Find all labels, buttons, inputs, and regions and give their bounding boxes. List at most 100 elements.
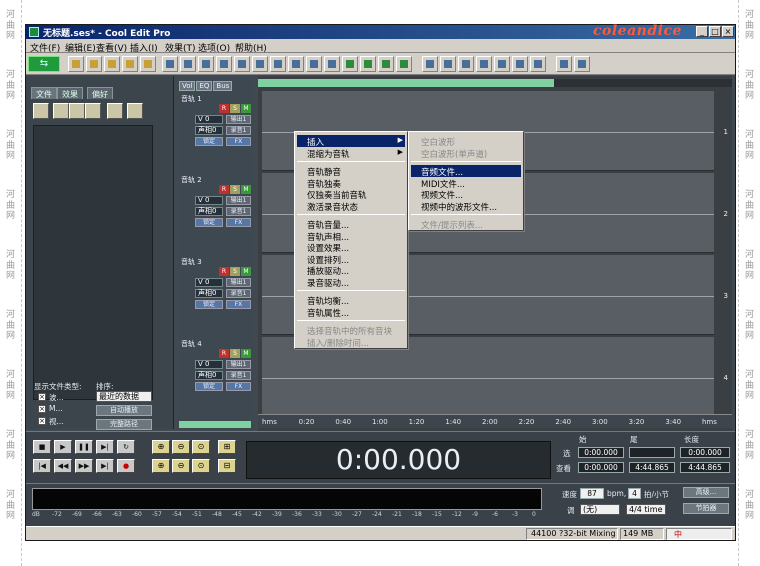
view-length-field[interactable]: 4:44.865 xyxy=(680,462,730,473)
track-mute-button[interactable]: M xyxy=(241,104,251,113)
pan-envelope-icon[interactable] xyxy=(378,56,394,72)
track-record-button[interactable]: R xyxy=(219,104,229,113)
time-select-icon[interactable] xyxy=(252,56,268,72)
open-session-icon[interactable] xyxy=(86,56,102,72)
tab-bus[interactable]: Bus xyxy=(213,81,233,91)
context-menu-item[interactable]: 设置排列... xyxy=(307,254,349,266)
help-file-icon[interactable] xyxy=(127,103,143,119)
track-4[interactable]: 音轨 4 RSM V 0 输出1 声相0 录音1 锁定 FX xyxy=(179,339,254,417)
beats-field[interactable]: 4 xyxy=(628,488,641,499)
track-lock-button[interactable]: 锁定 xyxy=(195,218,223,227)
track-record-button[interactable]: R xyxy=(219,185,229,194)
track-volume[interactable]: V 0 xyxy=(195,360,223,369)
track-name[interactable]: 音轨 2 xyxy=(181,175,202,185)
help-icon[interactable] xyxy=(574,56,590,72)
insert-submenu-item[interactable]: MIDI文件... xyxy=(421,178,465,190)
tab-effects[interactable]: 效果 xyxy=(57,87,83,99)
track-output-button[interactable]: 输出1 xyxy=(226,360,251,369)
type-midi-checkbox[interactable]: × xyxy=(38,405,46,413)
rewind-button[interactable]: ◀◀ xyxy=(54,459,72,473)
context-menu-item[interactable]: 混缩为音轨 xyxy=(307,148,350,160)
track-record-source-button[interactable]: 录音1 xyxy=(226,207,251,216)
maximize-button[interactable]: □ xyxy=(709,26,721,37)
bpm-icon[interactable] xyxy=(494,56,510,72)
view-start-field[interactable]: 0:00.000 xyxy=(578,462,624,473)
waveform-view-toggle-icon[interactable]: ⇆ xyxy=(28,56,60,72)
fx-icon[interactable] xyxy=(476,56,492,72)
zoom-selection-icon[interactable]: ⊙ xyxy=(192,459,210,473)
move-copy-icon[interactable] xyxy=(270,56,286,72)
context-menu-item[interactable]: 音轨音量... xyxy=(307,219,349,231)
sort-select[interactable]: 最近的数据 xyxy=(96,391,152,402)
envelope-icon[interactable] xyxy=(342,56,358,72)
view-end-field[interactable]: 4:44.865 xyxy=(629,462,675,473)
track-mute-button[interactable]: M xyxy=(241,267,251,276)
track-mute-button[interactable]: M xyxy=(241,185,251,194)
context-menu-item[interactable]: 播放驱动... xyxy=(307,265,349,277)
track-mute-button[interactable]: M xyxy=(241,349,251,358)
track-lock-button[interactable]: 锁定 xyxy=(195,382,223,391)
context-menu-item[interactable]: 音轨属性... xyxy=(307,307,349,319)
track-3[interactable]: 音轨 3 RSM V 0 输出1 声相0 录音1 锁定 FX xyxy=(179,257,254,335)
loop-icon[interactable] xyxy=(512,56,528,72)
key-select[interactable]: (无) xyxy=(580,504,620,515)
track-name[interactable]: 音轨 4 xyxy=(181,339,202,349)
context-menu-item[interactable]: 音轨静音 xyxy=(307,166,341,178)
paste-icon[interactable] xyxy=(198,56,214,72)
type-video-checkbox[interactable]: × xyxy=(38,417,46,425)
save-all-icon[interactable] xyxy=(122,56,138,72)
track-solo-button[interactable]: S xyxy=(230,349,240,358)
tab-eq[interactable]: EQ xyxy=(196,81,213,91)
advanced-button[interactable]: 高级... xyxy=(683,487,729,498)
tab-vol[interactable]: Vol xyxy=(179,81,196,91)
insert-submenu-item[interactable]: 视频中的波形文件... xyxy=(421,201,497,213)
go-end-button[interactable]: ▶| xyxy=(96,459,114,473)
view-range-bar[interactable] xyxy=(258,79,554,87)
track-lock-button[interactable]: 锁定 xyxy=(195,137,223,146)
zoom-in-v-icon[interactable]: ⊞ xyxy=(218,440,236,454)
full-path-button[interactable]: 完整路径 xyxy=(96,419,152,430)
time-signature-select[interactable]: 4/4 time xyxy=(626,504,666,515)
context-menu-item[interactable]: 仅独奏当前音轨 xyxy=(307,189,367,201)
loop-button[interactable]: ↻ xyxy=(117,440,135,454)
close-session-icon[interactable] xyxy=(140,56,156,72)
track-scroll-indicator[interactable] xyxy=(179,421,251,428)
sel-end-field[interactable] xyxy=(629,447,675,458)
track-record-source-button[interactable]: 录音1 xyxy=(226,371,251,380)
track-solo-button[interactable]: S xyxy=(230,185,240,194)
go-start-button[interactable]: |◀ xyxy=(33,459,51,473)
overview-ruler[interactable] xyxy=(258,79,732,87)
split-icon[interactable] xyxy=(234,56,250,72)
mix-paste-icon[interactable] xyxy=(216,56,232,72)
play-to-end-button[interactable]: ▶| xyxy=(96,440,114,454)
fast-forward-button[interactable]: ▶▶ xyxy=(75,459,93,473)
track-output-button[interactable]: 输出1 xyxy=(226,278,251,287)
zoom-full-icon[interactable]: ⊙ xyxy=(192,440,210,454)
copy-icon[interactable] xyxy=(180,56,196,72)
track-fx-button[interactable]: FX xyxy=(226,218,251,227)
context-menu-item[interactable]: 音轨声相... xyxy=(307,231,349,243)
zoom-out-v-icon[interactable]: ⊟ xyxy=(218,459,236,473)
new-session-icon[interactable] xyxy=(68,56,84,72)
zoom-left-icon[interactable]: ⊕ xyxy=(152,459,170,473)
track-pan[interactable]: 声相0 xyxy=(195,371,223,380)
zoom-out-h-icon[interactable]: ⊖ xyxy=(172,440,190,454)
snap-icon[interactable] xyxy=(306,56,322,72)
context-menu-item[interactable]: 插入 xyxy=(307,136,324,148)
tab-files[interactable]: 文件 xyxy=(31,87,57,99)
insert-submenu-item[interactable]: 视频文件... xyxy=(421,189,463,201)
pause-button[interactable]: ❚❚ xyxy=(75,440,93,454)
tab-favorites[interactable]: 偏好 xyxy=(87,87,113,99)
minimize-button[interactable]: _ xyxy=(696,26,708,37)
track-volume[interactable]: V 0 xyxy=(195,278,223,287)
context-menu-item[interactable]: 激活录音状态 xyxy=(307,201,358,213)
track-1[interactable]: 音轨 1 RSM V 0 输出1 声相0 录音1 锁定 FX xyxy=(179,94,254,172)
settings-icon[interactable] xyxy=(530,56,546,72)
track-output-button[interactable]: 输出1 xyxy=(226,196,251,205)
context-menu-item[interactable]: 设置效果... xyxy=(307,242,349,254)
play-file-icon[interactable] xyxy=(107,103,123,119)
time-ruler[interactable]: hms 0:20 0:40 1:00 1:20 1:40 2:00 2:20 2:40 3:00 3… xyxy=(258,414,732,428)
track-record-button[interactable]: R xyxy=(219,349,229,358)
wet-fx-icon[interactable] xyxy=(458,56,474,72)
track-solo-button[interactable]: S xyxy=(230,267,240,276)
